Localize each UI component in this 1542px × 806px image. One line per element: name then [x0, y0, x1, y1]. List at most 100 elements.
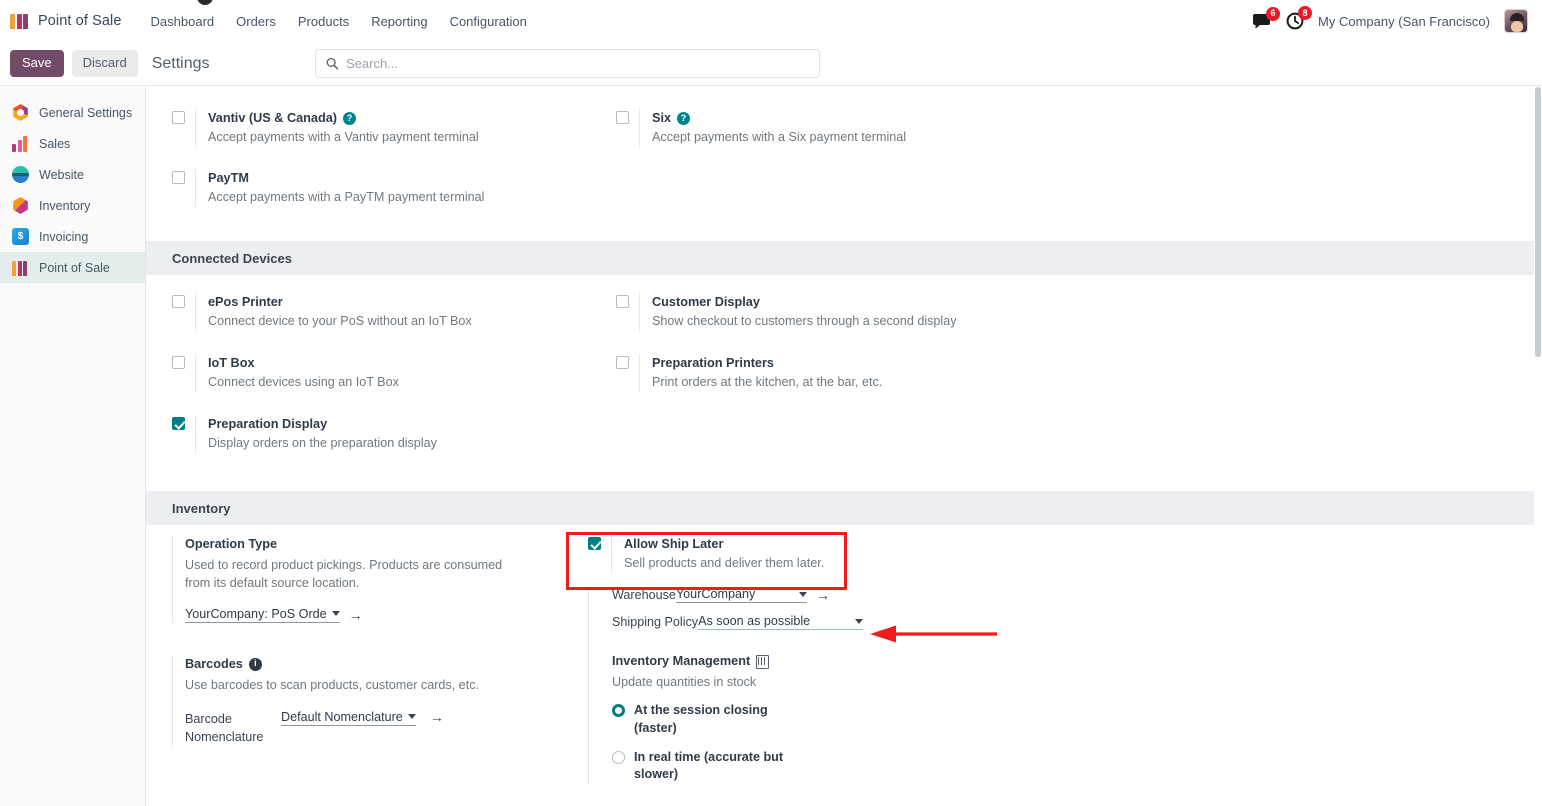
- preparation-display-checkbox[interactable]: [172, 417, 185, 430]
- iot-box-checkbox[interactable]: [172, 356, 185, 369]
- brand-home-link[interactable]: Point of Sale: [10, 13, 122, 29]
- warehouse-internal-link[interactable]: →: [816, 588, 830, 602]
- inventory-right-column: Allow Ship Later Sell products and deliv…: [568, 525, 1542, 784]
- preparation-printers-checkbox[interactable]: [616, 356, 629, 369]
- search-icon: [326, 57, 338, 70]
- section-header-connected-devices: Connected Devices: [146, 241, 1539, 275]
- sidebar-label-sales: Sales: [39, 136, 71, 151]
- epos-printer-checkbox[interactable]: [172, 295, 185, 308]
- inventory-group: Operation Type Used to record product pi…: [172, 525, 1542, 784]
- sidebar-label-website: Website: [39, 167, 84, 182]
- control-panel: Save Discard Settings: [0, 42, 1542, 86]
- menu-products[interactable]: Products: [287, 8, 360, 35]
- warehouse-label: Warehouse: [612, 588, 676, 602]
- radio-in-real-time[interactable]: In real time (accurate but slower): [612, 749, 1542, 784]
- inventory-management-description: Update quantities in stock: [612, 675, 757, 690]
- top-navbar: Point of Sale Dashboard Orders Products …: [0, 0, 1542, 42]
- search-box[interactable]: [314, 49, 820, 78]
- payment-terminals-group: Vantiv (US & Canada) ? Accept payments w…: [172, 87, 1542, 213]
- sidebar-item-sales[interactable]: Sales: [0, 128, 145, 159]
- operation-type-value: YourCompany: PoS Orde: [185, 606, 327, 621]
- inventory-icon: [13, 197, 28, 214]
- setting-customer-display[interactable]: Customer Display Show checkout to custom…: [616, 283, 1542, 337]
- connected-devices-group: ePos Printer Connect device to your PoS …: [172, 275, 1542, 459]
- messages-badge: 6: [1266, 6, 1281, 21]
- sidebar-item-general-settings[interactable]: General Settings: [0, 97, 145, 128]
- at-session-closing-label: At the session closing (faster): [634, 703, 768, 735]
- settings-sidebar: General Settings Sales Website Inventory…: [0, 87, 146, 806]
- settings-content: Vantiv (US & Canada) ? Accept payments w…: [146, 87, 1542, 806]
- paytm-checkbox[interactable]: [172, 171, 185, 184]
- discard-button[interactable]: Discard: [71, 50, 138, 77]
- allow-ship-later-description: Sell products and deliver them later.: [624, 556, 825, 571]
- operation-type-internal-link[interactable]: →: [349, 608, 363, 622]
- barcode-nomenclature-dropdown[interactable]: Default Nomenclature: [281, 710, 416, 726]
- sidebar-label-invoicing: Invoicing: [39, 229, 89, 244]
- setting-vantiv[interactable]: Vantiv (US & Canada) ? Accept payments w…: [172, 99, 616, 153]
- operation-type-block: Operation Type Used to record product pi…: [172, 535, 568, 623]
- epos-printer-description: Connect device to your PoS without an Io…: [208, 314, 472, 329]
- inventory-management-block: Inventory Management Update quantities i…: [612, 652, 1542, 784]
- main-menu: Dashboard Orders Products Reporting Conf…: [140, 8, 538, 35]
- menu-reporting[interactable]: Reporting: [360, 8, 438, 35]
- barcodes-label: Barcodes: [185, 656, 243, 671]
- shipping-policy-label: Shipping Policy: [612, 615, 699, 629]
- shipping-policy-dropdown[interactable]: As soon as possible: [698, 614, 864, 630]
- sidebar-label-inventory: Inventory: [39, 198, 91, 213]
- setting-six[interactable]: Six ? Accept payments with a Six payment…: [616, 99, 1542, 153]
- inventory-management-label: Inventory Management: [612, 654, 751, 668]
- scrollbar-thumb[interactable]: [1535, 87, 1541, 357]
- menu-configuration[interactable]: Configuration: [439, 8, 538, 35]
- paytm-description: Accept payments with a PayTM payment ter…: [208, 190, 485, 205]
- user-menu-company[interactable]: My Company (San Francisco): [1318, 14, 1490, 29]
- sidebar-item-website[interactable]: Website: [0, 159, 145, 190]
- sidebar-item-inventory[interactable]: Inventory: [0, 190, 145, 221]
- operation-type-dropdown[interactable]: YourCompany: PoS Orde: [185, 607, 340, 623]
- help-icon[interactable]: ?: [343, 112, 357, 126]
- navbar-right-tools: 6 8 My Company (San Francisco): [1253, 6, 1534, 33]
- window-top-strip: [0, 0, 1542, 3]
- info-icon[interactable]: i: [248, 657, 262, 671]
- radio-at-session-closing[interactable]: At the session closing (faster): [612, 702, 1542, 737]
- warehouse-value: YourCompany: [675, 587, 756, 601]
- setting-iot-box[interactable]: IoT Box Connect devices using an IoT Box: [172, 337, 616, 398]
- chevron-down-icon: [855, 618, 864, 624]
- at-session-closing-radio[interactable]: [612, 704, 625, 718]
- vantiv-label: Vantiv (US & Canada): [208, 111, 338, 125]
- general-settings-icon: [13, 104, 28, 121]
- vertical-scrollbar[interactable]: [1534, 87, 1542, 806]
- point-of-sale-icon: [12, 259, 29, 276]
- menu-orders[interactable]: Orders: [225, 8, 287, 35]
- sidebar-item-invoicing[interactable]: Invoicing: [0, 221, 145, 252]
- sidebar-item-point-of-sale[interactable]: Point of Sale: [0, 252, 145, 283]
- menu-dashboard[interactable]: Dashboard: [140, 8, 226, 35]
- shipping-policy-value: As soon as possible: [698, 614, 811, 628]
- setting-preparation-display[interactable]: Preparation Display Display orders on th…: [172, 398, 616, 459]
- in-real-time-radio[interactable]: [612, 750, 625, 764]
- six-label: Six: [652, 111, 672, 125]
- activities-button[interactable]: 8: [1286, 6, 1313, 30]
- barcode-nomenclature-internal-link[interactable]: →: [430, 710, 444, 724]
- page-title: Settings: [151, 54, 210, 72]
- paytm-label: PayTM: [208, 171, 249, 185]
- warehouse-dropdown[interactable]: YourCompany: [675, 587, 807, 603]
- avatar[interactable]: [1504, 9, 1528, 33]
- setting-epos-printer[interactable]: ePos Printer Connect device to your PoS …: [172, 283, 616, 337]
- epos-printer-label: ePos Printer: [208, 295, 283, 309]
- setting-allow-ship-later[interactable]: Allow Ship Later Sell products and deliv…: [588, 535, 1542, 579]
- setting-paytm[interactable]: PayTM Accept payments with a PayTM payme…: [172, 153, 616, 213]
- vantiv-checkbox[interactable]: [172, 111, 185, 124]
- customer-display-checkbox[interactable]: [616, 295, 629, 308]
- document-icon: [756, 654, 770, 669]
- allow-ship-later-checkbox[interactable]: [588, 537, 601, 550]
- save-button[interactable]: Save: [10, 50, 64, 77]
- search-input[interactable]: [345, 56, 809, 71]
- barcodes-block: Barcodes i Use barcodes to scan products…: [172, 654, 568, 747]
- operation-type-label: Operation Type: [185, 537, 278, 551]
- six-checkbox[interactable]: [616, 111, 629, 124]
- vantiv-description: Accept payments with a Vantiv payment te…: [208, 130, 479, 145]
- messages-button[interactable]: 6: [1253, 6, 1281, 30]
- setting-preparation-printers[interactable]: Preparation Printers Print orders at the…: [616, 337, 1542, 398]
- help-icon[interactable]: ?: [677, 112, 691, 126]
- operation-type-field-row: YourCompany: PoS Orde →: [185, 607, 568, 623]
